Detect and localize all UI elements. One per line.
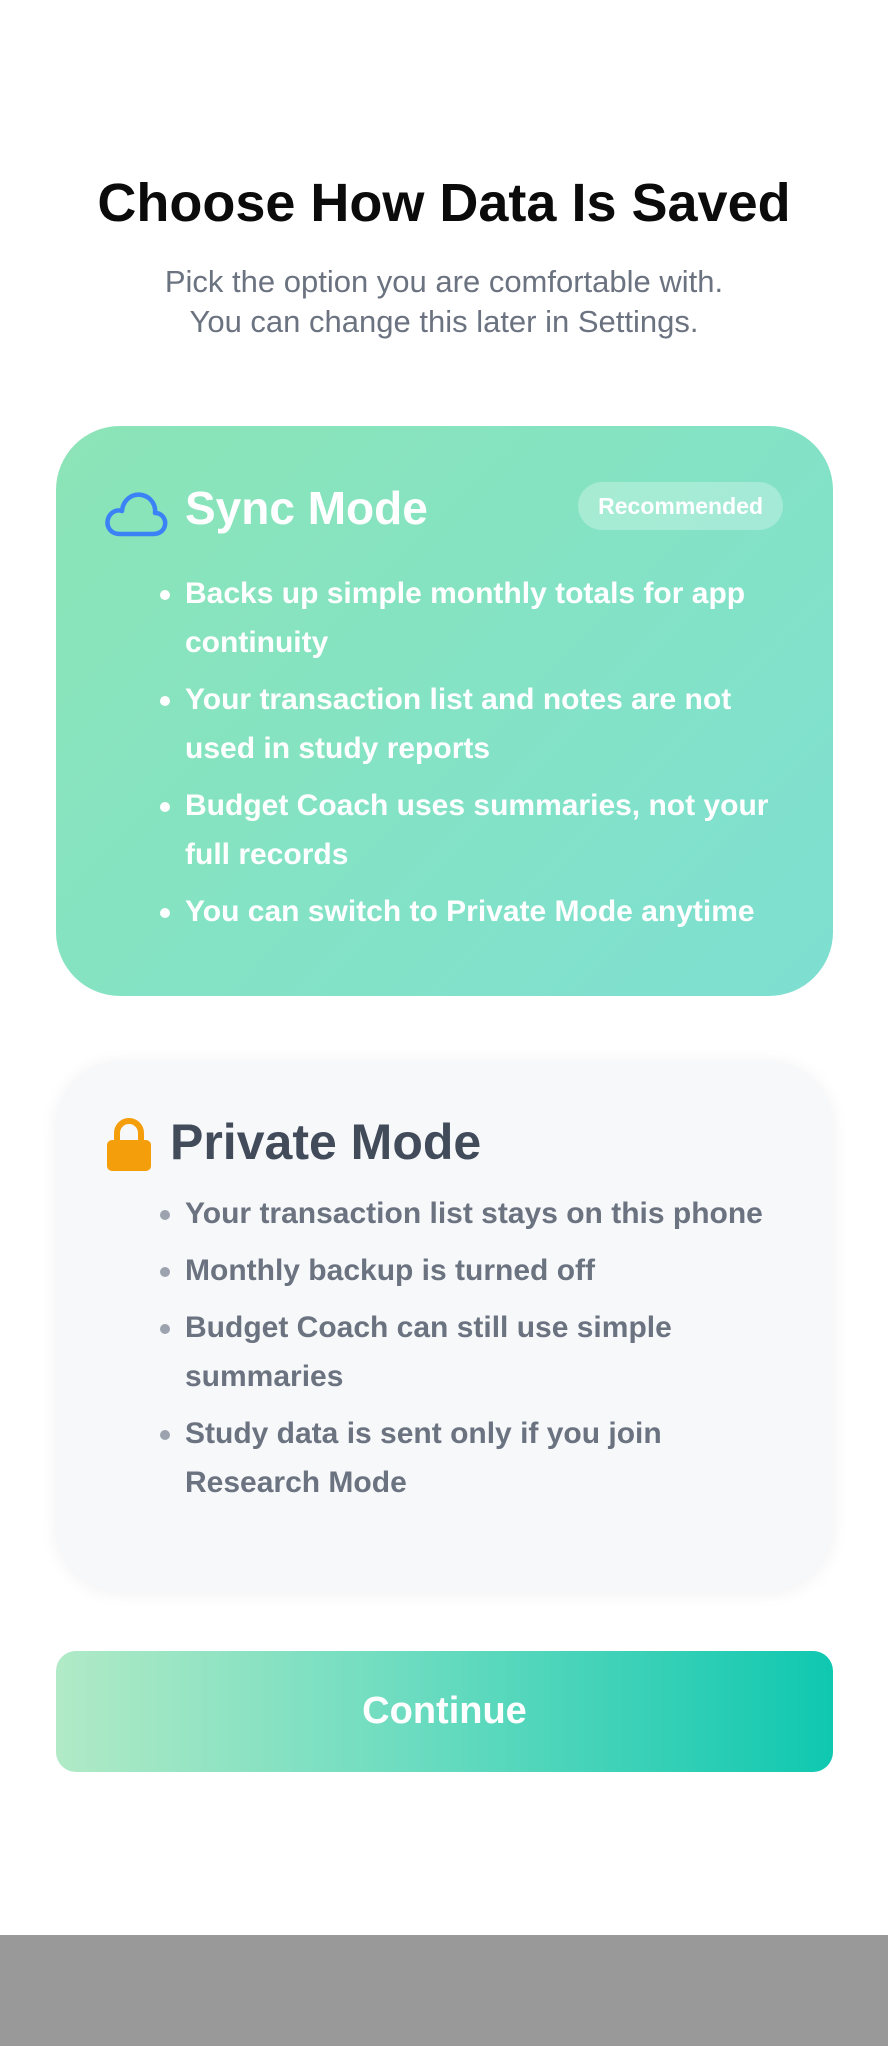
page-subtitle: Pick the option you are comfortable with… [0,262,888,342]
page-title: Choose How Data Is Saved [97,173,791,233]
sync-mode-option[interactable]: Sync Mode Recommended Backs up simple mo… [56,426,833,996]
data-saving-screen: Choose How Data Is Saved Pick the option… [0,0,888,2046]
cloud-icon [105,492,168,537]
private-mode-title: Private Mode [170,1114,482,1170]
private-mode-option[interactable]: Private Mode Your transaction list stays… [56,1061,833,1591]
list-item: Your transaction list stays on this phon… [160,1189,789,1238]
subtitle-line-1: Pick the option you are comfortable with… [164,264,724,299]
continue-button[interactable]: Continue [56,1651,833,1772]
bottom-navigation-bar [0,1935,888,2046]
lock-icon [107,1118,151,1171]
list-item: Monthly backup is turned off [160,1246,789,1295]
sync-mode-title: Sync Mode [185,482,428,534]
list-item: Backs up simple monthly totals for app c… [160,569,789,667]
list-item: Budget Coach uses summaries, not your fu… [160,781,789,879]
list-item: Budget Coach can still use simple summar… [160,1303,789,1401]
recommended-badge: Recommended [578,482,783,530]
list-item: Study data is sent only if you join Rese… [160,1409,789,1507]
list-item: Your transaction list and notes are not … [160,675,789,773]
sync-mode-bullet-list: Backs up simple monthly totals for app c… [160,569,789,944]
list-item: You can switch to Private Mode anytime [160,887,789,936]
subtitle-line-2: You can change this later in Settings. [189,304,699,339]
private-mode-bullet-list: Your transaction list stays on this phon… [160,1189,789,1515]
